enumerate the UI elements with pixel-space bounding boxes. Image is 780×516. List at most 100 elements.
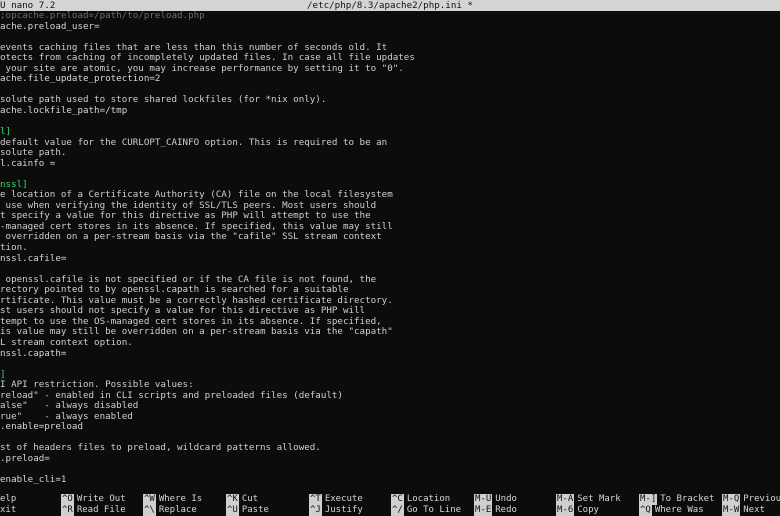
shortcut-label: Replace bbox=[158, 505, 197, 515]
shortcut-label: Write Out bbox=[76, 494, 126, 504]
shortcut-label: Location bbox=[406, 494, 451, 504]
shortcut-copy[interactable]: M-6 Copy bbox=[556, 505, 599, 516]
shortcut-label: Undo bbox=[495, 494, 517, 504]
shortcut-read-file[interactable]: ^R Read File bbox=[61, 505, 126, 516]
shortcut-cut[interactable]: ^K Cut bbox=[226, 494, 258, 505]
editor-line[interactable]: ache.preload_user= bbox=[0, 21, 780, 33]
editor-line[interactable]: ache.file_update_protection=2 bbox=[0, 74, 780, 85]
line-text: e location of a Certificate Authority (C… bbox=[0, 189, 393, 201]
shortcut-key: ^U bbox=[226, 505, 239, 516]
shortcut-label: Copy bbox=[577, 505, 599, 515]
editor-line[interactable]: tion. bbox=[0, 242, 780, 254]
shortcut-paste[interactable]: ^U Paste bbox=[226, 505, 269, 516]
shortcut-key: M-W bbox=[722, 505, 741, 516]
editor-line[interactable] bbox=[0, 359, 780, 370]
line-text: ache.lockfile_path=/tmp bbox=[0, 104, 128, 116]
editor-line[interactable] bbox=[0, 465, 780, 476]
line-text: nssl] bbox=[0, 178, 28, 190]
line-text: enable_cli=1 bbox=[0, 474, 67, 486]
title-bar: U nano 7.2 /etc/php/8.3/apache2/php.ini … bbox=[0, 0, 780, 11]
shortcut-label: Set Mark bbox=[577, 494, 621, 504]
editor-line[interactable]: ache.lockfile_path=/tmp bbox=[0, 104, 780, 117]
editor-line[interactable]: solute path. bbox=[0, 147, 780, 159]
shortcut-label: Paste bbox=[241, 505, 269, 515]
shortcut-bar: elp ^O Write Out ^W Where Is ^K Cut ^T Execute ^C… bbox=[0, 494, 780, 516]
editor-line[interactable] bbox=[0, 116, 780, 127]
line-text: -managed cert stores in its absence. If … bbox=[0, 220, 393, 232]
line-text: tempt to use the OS-managed cert stores … bbox=[0, 315, 382, 327]
editor-line[interactable]: overridden on a per-stream basis via the… bbox=[0, 232, 780, 243]
shortcut-undo[interactable]: M-U Undo bbox=[474, 494, 517, 505]
line-text: solute path. bbox=[0, 147, 67, 159]
editor-line[interactable]: ;opcache.preload=/path/to/preload.php bbox=[0, 11, 780, 22]
editor-line[interactable]: st of headers files to preload, wildcard… bbox=[0, 443, 780, 454]
shortcut-previous[interactable]: M-QPrevious bbox=[722, 494, 780, 505]
shortcut-label: Cut bbox=[241, 494, 259, 504]
editor-line[interactable]: l.cainfo = bbox=[0, 157, 780, 170]
shortcut-xit[interactable]: xit bbox=[0, 505, 16, 516]
editor-line[interactable]: default value for the CURLOPT_CAINFO opt… bbox=[0, 137, 780, 149]
shortcut-key: M-6 bbox=[556, 505, 575, 516]
line-text: t specify a value for this directive as … bbox=[0, 210, 371, 222]
line-text: otects from caching of incompletely upda… bbox=[0, 52, 415, 64]
line-text: events caching files that are less than … bbox=[0, 41, 388, 53]
line-text: l.cainfo = bbox=[0, 157, 56, 169]
line-text: l] bbox=[0, 126, 12, 138]
shortcut-key: ^/ bbox=[391, 505, 404, 516]
shortcut-label: Previous bbox=[743, 494, 780, 504]
editor-line[interactable]: nssl.capath= bbox=[0, 347, 780, 360]
line-text: rectory pointed to by openssl.capath is … bbox=[0, 284, 349, 296]
line-text: nssl.cafile= bbox=[0, 252, 67, 264]
shortcut-key: ^R bbox=[61, 505, 74, 516]
shortcut-replace[interactable]: ^\ Replace bbox=[143, 505, 197, 516]
editor-line[interactable]: .enable=preload bbox=[0, 422, 780, 433]
shortcut-key: M-U bbox=[474, 494, 493, 505]
shortcut-key: ^W bbox=[143, 494, 156, 505]
line-text: reload" - enabled in CLI scripts and pre… bbox=[0, 389, 343, 401]
line-text: nssl.capath= bbox=[0, 347, 67, 359]
editor-line[interactable]: rue" - always enabled bbox=[0, 411, 780, 423]
shortcut-location[interactable]: ^C Location bbox=[391, 494, 450, 505]
shortcut-key: M-A bbox=[556, 494, 575, 505]
shortcut-elp[interactable]: elp bbox=[0, 494, 16, 505]
shortcut-label: Where Was bbox=[654, 505, 704, 515]
shortcut-execute[interactable]: ^T Execute bbox=[309, 494, 363, 505]
shortcut-key: M-Q bbox=[722, 494, 741, 505]
shortcut-label: Next bbox=[743, 505, 765, 515]
shortcut-label: Go To Line bbox=[406, 505, 462, 515]
shortcut-redo[interactable]: M-E Redo bbox=[474, 505, 517, 516]
editor-line[interactable] bbox=[0, 169, 780, 180]
line-text: st of headers files to preload, wildcard… bbox=[0, 442, 321, 454]
shortcut-set-mark[interactable]: M-A Set Mark bbox=[556, 494, 621, 505]
shortcut-justify[interactable]: ^J Justify bbox=[309, 505, 363, 516]
shortcut-next[interactable]: M-W Next bbox=[722, 505, 765, 516]
shortcut-key: ^C bbox=[391, 494, 404, 505]
editor-line[interactable]: L stream context option. bbox=[0, 336, 780, 349]
editor-buffer[interactable]: ;opcache.preload=/path/to/preload.php ach… bbox=[0, 11, 780, 486]
file-path: /etc/php/8.3/apache2/php.ini * bbox=[307, 0, 473, 11]
shortcut-label: Execute bbox=[324, 494, 363, 504]
shortcut-key: ^O bbox=[61, 494, 74, 505]
line-text: rtificate. This value must be a correctl… bbox=[0, 294, 393, 306]
shortcut-go-to-line[interactable]: ^/Go To Line bbox=[391, 505, 461, 516]
shortcut-label: Justify bbox=[324, 505, 363, 515]
shortcut-where-is[interactable]: ^W Where Is bbox=[143, 494, 202, 505]
line-text: is value may still be overridden on a pe… bbox=[0, 326, 393, 338]
line-text: L stream context option. bbox=[0, 336, 133, 348]
line-text: st users should not specify a value for … bbox=[0, 305, 366, 317]
line-text: openssl.cafile is not specified or if th… bbox=[0, 273, 377, 285]
shortcut-key: M-E bbox=[474, 505, 493, 516]
shortcut-key: ^\ bbox=[143, 505, 156, 516]
shortcut-key: M-] bbox=[639, 494, 658, 505]
shortcut-where-was[interactable]: ^Q Where Was bbox=[639, 505, 704, 516]
editor-line[interactable]: enable_cli=1 bbox=[0, 474, 780, 486]
editor-line[interactable]: .preload= bbox=[0, 452, 780, 465]
shortcut-to-bracket[interactable]: M-] To Bracket bbox=[639, 494, 714, 505]
line-text: use when verifying the identity of SSL/T… bbox=[0, 199, 377, 211]
editor-line[interactable]: nssl.cafile= bbox=[0, 252, 780, 265]
shortcut-write-out[interactable]: ^O Write Out bbox=[61, 494, 126, 505]
shortcut-row-2: xit ^R Read File ^\ Replace ^U Paste ^J Justify ^… bbox=[0, 505, 780, 516]
line-text: .preload= bbox=[0, 452, 50, 464]
shortcut-row-1: elp ^O Write Out ^W Where Is ^K Cut ^T Execute ^C… bbox=[0, 494, 780, 505]
line-text: solute path used to store shared lockfil… bbox=[0, 94, 327, 106]
